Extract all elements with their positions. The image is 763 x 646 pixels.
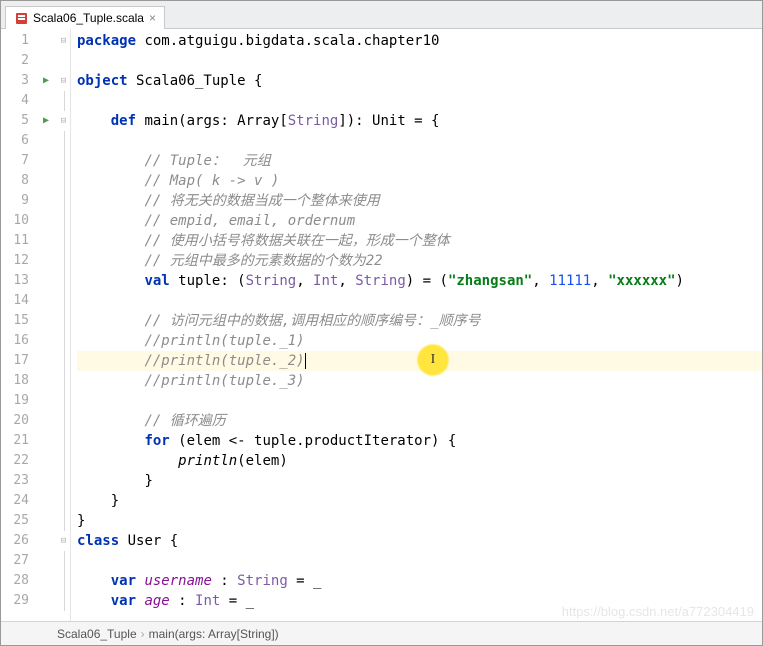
run-main-icon[interactable]: ▶ (35, 111, 57, 131)
editor[interactable]: 1234567891011121314151617181920212223242… (1, 29, 762, 621)
run-markers: ▶▶ (35, 29, 57, 621)
file-tab[interactable]: Scala06_Tuple.scala × (5, 6, 165, 29)
breadcrumb-item[interactable]: main(args: Array[String]) (149, 627, 279, 641)
chevron-right-icon: › (141, 627, 145, 641)
breadcrumb[interactable]: Scala06_Tuple › main(args: Array[String]… (1, 621, 762, 645)
scala-file-icon (14, 11, 28, 25)
code-area[interactable]: package com.atguigu.bigdata.scala.chapte… (71, 29, 762, 621)
breadcrumb-item[interactable]: Scala06_Tuple (57, 627, 137, 641)
fold-icon[interactable]: ⊟ (57, 111, 70, 131)
fold-icon[interactable]: ⊟ (57, 71, 70, 91)
tab-bar: Scala06_Tuple.scala × (1, 1, 762, 29)
fold-icon[interactable]: ⊟ (57, 531, 70, 551)
text-caret (305, 353, 306, 369)
run-object-icon[interactable]: ▶ (35, 71, 57, 91)
fold-gutter: ⊟ ⊟ ⊟ ⊟ (57, 29, 71, 621)
fold-icon[interactable]: ⊟ (57, 31, 70, 51)
line-number-gutter: 1234567891011121314151617181920212223242… (1, 29, 35, 621)
tab-label: Scala06_Tuple.scala (33, 11, 144, 25)
close-icon[interactable]: × (149, 11, 156, 25)
